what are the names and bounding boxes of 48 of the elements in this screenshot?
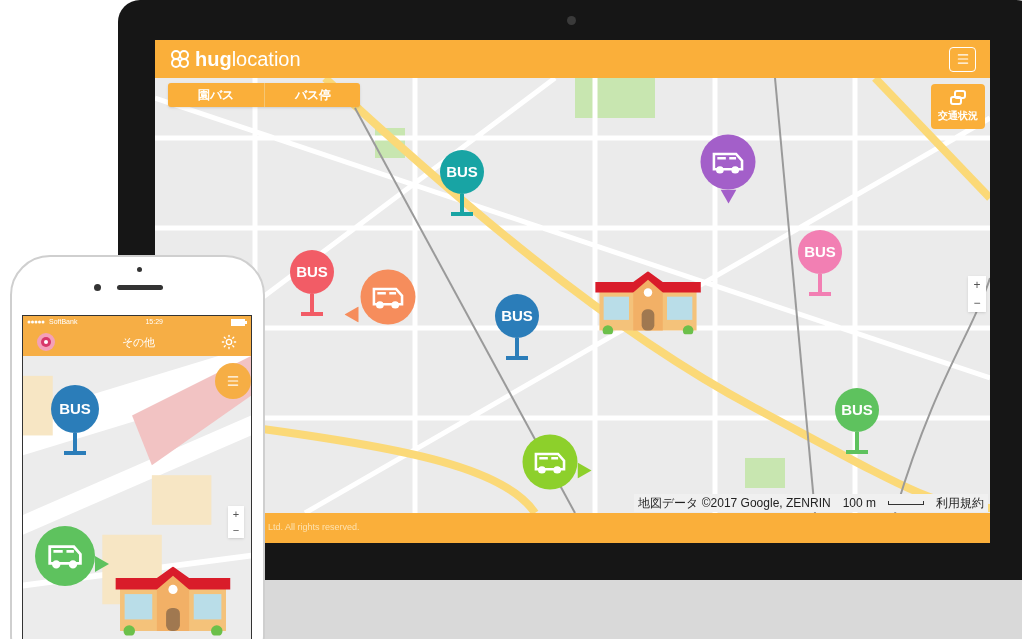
- pointer-icon: [720, 189, 736, 206]
- pointer-icon: [344, 306, 361, 323]
- bus-stop-marker[interactable]: BUS: [290, 250, 334, 294]
- zoom-button[interactable]: +: [968, 276, 986, 294]
- scale-label: 100 m: [842, 495, 876, 512]
- cars-icon: [949, 90, 967, 106]
- school-building-icon: [595, 271, 701, 335]
- flower-logo-icon: [169, 49, 191, 69]
- zoom-button[interactable]: −: [968, 294, 986, 312]
- bus-marker[interactable]: [360, 269, 416, 325]
- phone-camera-icon: [94, 284, 101, 291]
- bus-stop-marker[interactable]: BUS: [835, 388, 879, 432]
- park-area: [745, 458, 785, 488]
- camera-icon: [567, 16, 576, 25]
- battery-icon: [231, 318, 247, 326]
- flower-logo-icon: [37, 333, 55, 351]
- app-logo-text: huglocation: [195, 49, 301, 69]
- pin-stem-icon: [64, 433, 86, 455]
- zoom-button[interactable]: −: [228, 522, 244, 538]
- map-attribution: 地図データ ©2017 Google, ZENRIN: [638, 495, 831, 512]
- menu-button[interactable]: [949, 46, 976, 72]
- zoom-button[interactable]: +: [228, 506, 244, 522]
- bus-marker[interactable]: [35, 526, 95, 586]
- copyright-text: Ltd. All rights reserved.: [268, 521, 360, 535]
- scale-bar: [888, 501, 924, 505]
- pointer-icon: [95, 556, 111, 572]
- pin-stem-icon: [846, 432, 868, 454]
- pin-stem-icon: [301, 294, 323, 316]
- bus-icon: [370, 285, 406, 309]
- menu-icon: [226, 374, 240, 388]
- bus-stop-marker[interactable]: BUS: [495, 294, 539, 338]
- pointer-icon: [577, 462, 594, 478]
- bus-icon: [46, 543, 84, 569]
- screen-title: その他: [121, 334, 155, 350]
- pin-stem-icon: [809, 274, 831, 296]
- bus-stop-marker[interactable]: BUS: [798, 230, 842, 274]
- terms-link[interactable]: 利用規約: [936, 494, 984, 512]
- bus-marker[interactable]: [522, 434, 578, 490]
- signal-icon: [27, 320, 45, 324]
- pin-stem-icon: [506, 338, 528, 360]
- bus-stop-marker[interactable]: BUS: [440, 150, 484, 194]
- sun-icon[interactable]: [221, 334, 237, 350]
- pin-stem-icon: [451, 194, 473, 216]
- bus-icon: [710, 150, 746, 174]
- menu-icon: [955, 52, 970, 66]
- bus-icon: [532, 450, 568, 474]
- school-building-icon: [115, 566, 231, 636]
- phone-speaker-icon: [117, 285, 163, 290]
